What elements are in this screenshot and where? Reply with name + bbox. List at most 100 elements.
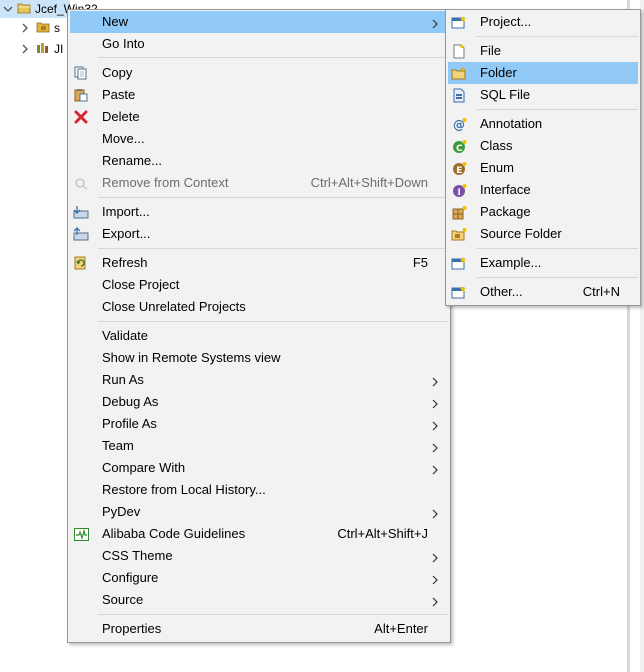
tree-item-project[interactable]: Jcef_Win32 [0,0,98,18]
submenu-item-enum[interactable]: E Enum [448,157,638,179]
menu-item-shortcut: Ctrl+N [582,284,620,299]
menu-item-label: Validate [102,328,149,343]
menu-item-label: Close Unrelated Projects [102,299,246,314]
menu-item-label: Export... [102,226,151,241]
menu-item-label: Copy [102,65,133,80]
other-wizard-icon [451,284,467,300]
menu-item-copy[interactable]: Copy [70,62,448,84]
submenu-arrow-icon [432,375,438,387]
menu-item-label: Debug As [102,394,159,409]
svg-text:E: E [456,166,462,176]
svg-text:C: C [456,144,463,154]
svg-text:I: I [457,188,460,198]
menu-item-move[interactable]: Move... [70,128,448,150]
menu-separator [98,614,448,615]
menu-separator [98,57,448,58]
submenu-item-interface[interactable]: I Interface [448,179,638,201]
menu-item-label: Rename... [102,153,162,168]
menu-item-label: Restore from Local History... [102,482,266,497]
tree-item-src[interactable]: s [20,19,60,37]
menu-item-label: Other... [480,284,523,299]
menu-separator [476,277,638,278]
submenu-arrow-icon [432,595,438,607]
menu-item-label: Class [480,138,513,153]
submenu-item-file[interactable]: File [448,40,638,62]
menu-item-css-theme[interactable]: CSS Theme [70,545,448,567]
submenu-arrow-icon [432,397,438,409]
menu-item-restore-from-local-history[interactable]: Restore from Local History... [70,479,448,501]
menu-item-label: Run As [102,372,144,387]
submenu-item-annotation[interactable]: @ Annotation [448,113,638,135]
sql-file-icon [451,87,467,103]
menu-item-label: CSS Theme [102,548,173,563]
menu-item-delete[interactable]: Delete [70,106,448,128]
package-icon [451,204,467,220]
menu-item-label: Import... [102,204,150,219]
menu-item-export[interactable]: Export... [70,223,448,245]
menu-item-team[interactable]: Team [70,435,448,457]
menu-item-label: Close Project [102,277,180,292]
menu-item-label: Compare With [102,460,186,475]
new-submenu: Project... File Folder SQL File @ Annota… [445,9,641,306]
menu-item-label: Source [102,592,144,607]
submenu-item-class[interactable]: C Class [448,135,638,157]
alibaba-guidelines-icon [73,526,89,542]
chevron-right-icon[interactable] [20,44,30,54]
menu-item-run-as[interactable]: Run As [70,369,448,391]
menu-item-go-into[interactable]: Go Into [70,33,448,55]
submenu-arrow-icon [432,463,438,475]
package-folder-icon [36,21,50,36]
menu-item-profile-as[interactable]: Profile As [70,413,448,435]
submenu-item-package[interactable]: Package [448,201,638,223]
menu-item-label: Interface [480,182,531,197]
annotation-icon: @ [451,116,467,132]
menu-item-label: New [102,14,129,29]
menu-item-shortcut: Ctrl+Alt+Shift+J [337,526,428,541]
menu-item-compare-with[interactable]: Compare With [70,457,448,479]
menu-item-show-in-remote-systems[interactable]: Show in Remote Systems view [70,347,448,369]
menu-item-close-unrelated-projects[interactable]: Close Unrelated Projects [70,296,448,318]
menu-item-alibaba-code-guidelines[interactable]: Alibaba Code Guidelines Ctrl+Alt+Shift+J [70,523,448,545]
submenu-item-source-folder[interactable]: Source Folder [448,223,638,245]
copy-icon [73,65,89,81]
menu-item-new[interactable]: New [70,11,448,33]
new-project-icon [451,14,467,30]
menu-item-label: Delete [102,109,140,124]
submenu-item-folder[interactable]: Folder [448,62,638,84]
submenu-arrow-icon [432,507,438,519]
menu-item-close-project[interactable]: Close Project [70,274,448,296]
submenu-arrow-icon [432,551,438,563]
menu-item-paste[interactable]: Paste [70,84,448,106]
menu-item-validate[interactable]: Validate [70,325,448,347]
new-folder-icon [451,65,467,81]
menu-item-refresh[interactable]: Refresh F5 [70,252,448,274]
menu-item-properties[interactable]: Properties Alt+Enter [70,618,448,640]
menu-item-configure[interactable]: Configure [70,567,448,589]
menu-item-label: Project... [480,14,532,29]
paste-icon [73,87,89,103]
menu-item-remove-from-context[interactable]: Remove from Context Ctrl+Alt+Shift+Down [70,172,448,194]
menu-separator [98,248,448,249]
submenu-item-example[interactable]: Example... [448,252,638,274]
menu-item-debug-as[interactable]: Debug As [70,391,448,413]
menu-item-import[interactable]: Import... [70,201,448,223]
menu-item-label: SQL File [480,87,531,102]
delete-icon [73,109,89,125]
chevron-down-icon[interactable] [3,4,13,14]
submenu-item-other[interactable]: Other... Ctrl+N [448,281,638,303]
menu-item-pydev[interactable]: PyDev [70,501,448,523]
export-icon [73,226,89,242]
chevron-right-icon[interactable] [20,23,30,33]
interface-icon: I [451,182,467,198]
submenu-item-project[interactable]: Project... [448,11,638,33]
menu-item-shortcut: Ctrl+Alt+Shift+Down [310,175,428,190]
menu-item-label: Source Folder [480,226,562,241]
menu-item-label: Refresh [102,255,148,270]
menu-item-label: Properties [102,621,162,636]
tree-item-jre[interactable]: JI [20,40,63,58]
menu-item-rename[interactable]: Rename... [70,150,448,172]
context-menu: New Go Into Copy Paste Delete Move... Re… [67,9,451,643]
menu-separator [476,36,638,37]
submenu-item-sql-file[interactable]: SQL File [448,84,638,106]
menu-item-source[interactable]: Source [70,589,448,611]
